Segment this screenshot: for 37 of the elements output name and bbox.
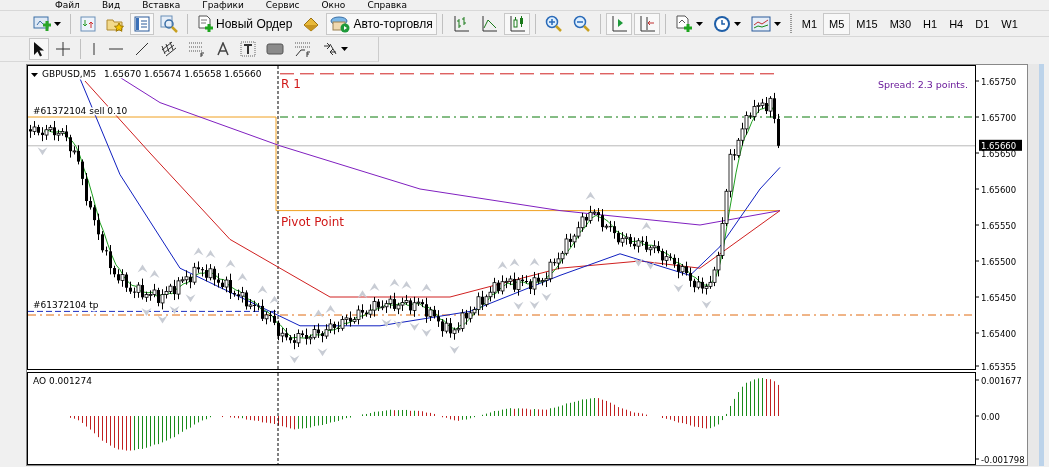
timeframe-button[interactable]: M30 (883, 12, 918, 35)
new-order-button[interactable]: Новый Ордер (193, 12, 297, 35)
menu-item[interactable]: Сервис (265, 0, 300, 10)
menu-item[interactable]: Графики (202, 0, 244, 10)
price-axis-label: 1.65600 (981, 185, 1017, 195)
price-axis-label: 1.65500 (981, 257, 1017, 267)
price-axis-label: 1.65450 (981, 293, 1017, 303)
timeframe-button[interactable]: D1 (969, 12, 996, 35)
pivot-point-label: Pivot Point (281, 215, 345, 229)
indicator-axis-label: 0.00 (981, 412, 1000, 422)
price-axis-label: 1.65650 (981, 149, 1017, 159)
indicator-axis-label: 0.001677 (981, 376, 1022, 386)
spread-label: Spread: 2.3 points. (878, 79, 968, 90)
timeframe-button[interactable]: M15 (850, 12, 884, 35)
take-profit-label: #61372104 tp (33, 300, 99, 310)
r1-label: R 1 (281, 77, 301, 91)
timeframe-button[interactable]: M1 (795, 12, 823, 35)
menu-item[interactable]: Окно (321, 0, 346, 10)
menu-item[interactable]: Вставка (142, 0, 181, 10)
indicator-axis-label: -0.001798 (981, 455, 1025, 465)
timeframe-button[interactable]: W1 (995, 12, 1024, 35)
current-price-tag: 1.65660 (979, 139, 1022, 152)
timeframe-button[interactable]: H4 (943, 12, 970, 35)
menu-item[interactable]: Справка (367, 0, 408, 10)
price-axis-label: 1.65750 (981, 77, 1017, 87)
timeframe-button[interactable]: M5 (823, 12, 851, 35)
price-readout: 1.65670 1.65674 1.65658 1.65660 (104, 69, 262, 79)
indicator-title: AO 0.001274 (33, 376, 92, 386)
price-axis-label: 1.65550 (981, 221, 1017, 231)
price-axis-label: 1.65355 (981, 362, 1017, 370)
timeframe-button[interactable]: H1 (917, 12, 944, 35)
symbol-label: GBPUSD,M5 (42, 69, 97, 79)
menu-item[interactable]: Вид (101, 0, 121, 10)
price-axis-label: 1.65700 (981, 113, 1017, 123)
autotrading-button[interactable]: Авто-торговля (326, 12, 437, 35)
price-axis-label: 1.65400 (981, 329, 1017, 339)
menu-item[interactable]: Файл (55, 0, 80, 10)
